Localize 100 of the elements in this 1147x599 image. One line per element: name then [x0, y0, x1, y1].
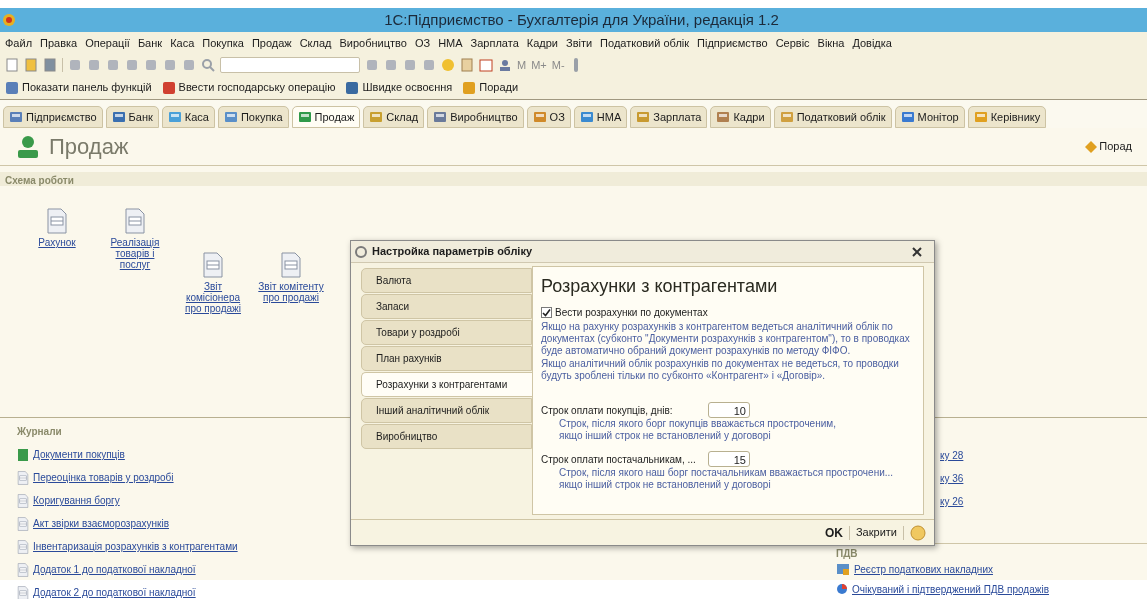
report-link[interactable]: ку 26 — [940, 490, 964, 513]
toolbar-icon[interactable] — [365, 58, 379, 72]
toolbar-icon[interactable] — [68, 58, 82, 72]
calendar-icon[interactable] — [479, 58, 493, 72]
section-tab[interactable]: Банк — [105, 106, 159, 128]
section-tab[interactable]: Склад — [363, 106, 425, 128]
toolbar-icon[interactable] — [125, 58, 139, 72]
report-link[interactable]: ку 36 — [940, 467, 964, 490]
function-bar-button[interactable]: Швидке освоєння — [345, 79, 453, 96]
section-tab[interactable]: ОЗ — [526, 106, 571, 128]
file-icon[interactable] — [43, 58, 57, 72]
toolbar-icon[interactable] — [163, 58, 177, 72]
menu-item[interactable]: Виробництво — [339, 34, 407, 52]
journal-link[interactable]: Документи покупців — [33, 447, 125, 462]
file-icon[interactable] — [24, 58, 38, 72]
section-tab[interactable]: Покупка — [217, 106, 289, 128]
number-field[interactable]: 10 — [708, 402, 750, 418]
menu-item[interactable]: Файл — [5, 34, 33, 52]
toolbar-icon[interactable] — [422, 58, 436, 72]
section-tab[interactable]: Зарплата — [630, 106, 708, 128]
journal-link[interactable]: Переоцінка товарів у роздробі — [33, 470, 174, 485]
settings-tab[interactable]: Виробництво — [361, 424, 532, 449]
ok-button[interactable]: OK — [824, 523, 843, 542]
section-heading: Розрахунки з контрагентами — [541, 275, 779, 298]
schema-link[interactable]: Реалізація товарів і послуг — [100, 237, 170, 270]
section-tab[interactable]: Продаж — [291, 106, 361, 128]
menu-item[interactable]: Операції — [85, 34, 130, 52]
section-tab[interactable]: Керівнику — [967, 106, 1047, 128]
section-tab[interactable]: Виробництво — [427, 106, 524, 128]
function-bar-button[interactable]: Ввести господарську операцію — [161, 79, 336, 96]
section-tab[interactable]: Підприємство — [3, 106, 103, 128]
function-bar-button[interactable]: Показати панель функцій — [5, 79, 152, 96]
tips-link[interactable]: Порад — [1085, 138, 1132, 155]
menu-item[interactable]: Довідка — [852, 34, 892, 52]
menu-item[interactable]: Кадри — [526, 34, 558, 52]
menu-item[interactable]: Склад — [299, 34, 332, 52]
tab-icon — [900, 110, 915, 124]
description-text: Якщо на рахунку розрахунків з контрагентом ведеться аналітичний облік по документах (субконто "Документи розрахунків з контрагентом"), то в проводках буде автоматично обраний документ розрахунків по методу ФІФО. — [541, 321, 911, 357]
menu-item[interactable]: Звіти — [566, 34, 593, 52]
users-icon[interactable] — [498, 58, 512, 72]
journal-link[interactable]: Інвентаризація розрахунків з контрагентами — [33, 539, 238, 554]
journal-link[interactable]: Додаток 2 до податкової накладної — [33, 585, 196, 599]
file-icon[interactable] — [5, 58, 19, 72]
toolbar-icon — [5, 80, 19, 95]
report-link[interactable]: ку 28 — [940, 444, 964, 467]
journal-link[interactable]: Коригування боргу — [33, 493, 120, 508]
journal-link[interactable]: Акт звірки взаєморозрахунків — [33, 516, 169, 531]
field-hint: якщо інший строк не встановлений у договорі — [559, 479, 772, 491]
document-icon — [17, 516, 29, 531]
settings-tab[interactable]: Валюта — [361, 268, 532, 293]
menu-item[interactable]: Продаж — [251, 34, 292, 52]
close-button[interactable]: Закрити — [855, 524, 897, 541]
menu-item[interactable]: ОЗ — [414, 34, 431, 52]
vat-link[interactable]: Реєстр податкових накладних — [854, 561, 993, 577]
search-field[interactable] — [220, 57, 360, 73]
schema-link[interactable]: Звіт комітенту про продажі — [256, 281, 326, 303]
section-tab[interactable]: НМА — [573, 106, 628, 128]
schema-link[interactable]: Звіт комісіонера про продажі — [178, 281, 248, 314]
menu-item[interactable]: Вікна — [817, 34, 845, 52]
search-icon[interactable] — [201, 58, 215, 72]
section-tab[interactable]: Податковий облік — [773, 106, 892, 128]
section-tab[interactable]: Монітор — [894, 106, 965, 128]
menu-item[interactable]: Сервіс — [775, 34, 810, 52]
schema-link[interactable]: Рахунок — [38, 237, 76, 248]
journal-link[interactable]: Додаток 1 до податкової накладної — [33, 562, 196, 577]
menu-item[interactable]: Покупка — [202, 34, 244, 52]
menu-item[interactable]: Каса — [170, 34, 195, 52]
settings-tab[interactable]: Розрахунки з контрагентами — [361, 372, 532, 397]
tab-icon — [579, 110, 594, 124]
menu-item[interactable]: Правка — [40, 34, 78, 52]
toolbar-icon[interactable] — [144, 58, 158, 72]
settings-tab[interactable]: Інший аналітичний облік — [361, 398, 532, 423]
menu-item[interactable]: Банк — [137, 34, 163, 52]
tab-icon — [973, 110, 988, 124]
checkbox[interactable] — [541, 307, 552, 318]
section-title: Схема роботи — [5, 175, 74, 186]
menu-item[interactable]: Зарплата — [470, 34, 519, 52]
info-icon[interactable] — [441, 58, 455, 72]
toolbar-icon[interactable] — [87, 58, 101, 72]
toolbar-icon[interactable] — [384, 58, 398, 72]
tips-icon — [1085, 140, 1098, 153]
settings-tab[interactable]: Запаси — [361, 294, 532, 319]
checkbox-label[interactable]: Вести розрахунки по документах — [555, 305, 708, 320]
number-field[interactable]: 15 — [708, 451, 750, 467]
section-tab[interactable]: Каса — [161, 106, 215, 128]
section-title: ПДВ — [836, 548, 858, 559]
function-bar-button[interactable]: Поради — [462, 79, 519, 96]
toolbar-icon[interactable] — [106, 58, 120, 72]
menu-item[interactable]: Підприємство — [697, 34, 768, 52]
vat-link[interactable]: Очікуваний і підтверджений ПДВ продажів — [852, 581, 1049, 597]
settings-tab[interactable]: Товари у роздробі — [361, 320, 532, 345]
help-icon[interactable] — [910, 524, 926, 541]
toolbar-icon[interactable] — [182, 58, 196, 72]
tab-icon — [111, 110, 126, 124]
close-icon[interactable] — [912, 246, 922, 257]
menu-item[interactable]: Податковий облік — [600, 34, 690, 52]
menu-item[interactable]: НМА — [438, 34, 463, 52]
section-tab[interactable]: Кадри — [710, 106, 771, 128]
toolbar-icon[interactable] — [403, 58, 417, 72]
settings-tab[interactable]: План рахунків — [361, 346, 532, 371]
